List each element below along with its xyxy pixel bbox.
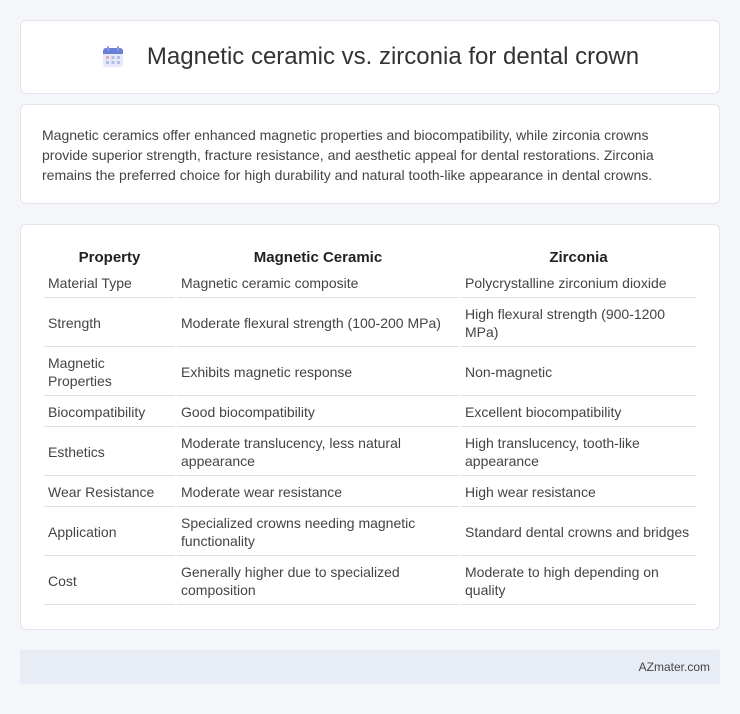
table-row: Biocompatibility Good biocompatibility E… [44, 398, 696, 427]
footer: AZmater.com [20, 650, 720, 684]
table-cell: Exhibits magnetic response [177, 349, 459, 396]
table-cell: Moderate translucency, less natural appe… [177, 429, 459, 476]
table-cell: High flexural strength (900-1200 MPa) [461, 300, 696, 347]
calendar-icon [101, 45, 125, 69]
table-cell: Esthetics [44, 429, 175, 476]
comparison-card: Property Magnetic Ceramic Zirconia Mater… [20, 224, 720, 630]
table-row: Wear Resistance Moderate wear resistance… [44, 478, 696, 507]
header-magnetic-ceramic: Magnetic Ceramic [253, 248, 383, 266]
table-row: Application Specialized crowns needing m… [44, 509, 696, 556]
table-header-row: Property Magnetic Ceramic Zirconia [44, 247, 696, 267]
table-cell: Specialized crowns needing magnetic func… [177, 509, 459, 556]
table-cell: Biocompatibility [44, 398, 175, 427]
table-cell: Generally higher due to specialized comp… [177, 558, 459, 605]
table-row: Material Type Magnetic ceramic composite… [44, 269, 696, 298]
table-cell: High translucency, tooth-like appearance [461, 429, 696, 476]
table-cell: Excellent biocompatibility [461, 398, 696, 427]
table-cell: Application [44, 509, 175, 556]
table-row: Esthetics Moderate translucency, less na… [44, 429, 696, 476]
table-row: Cost Generally higher due to specialized… [44, 558, 696, 605]
table-cell: Standard dental crowns and bridges [461, 509, 696, 556]
table-cell: Cost [44, 558, 175, 605]
table-cell: Material Type [44, 269, 175, 298]
page-title: Magnetic ceramic vs. zirconia for dental… [146, 43, 640, 70]
header-zirconia: Zirconia [549, 248, 608, 266]
footer-brand[interactable]: AZmater.com [639, 660, 710, 674]
comparison-table: Property Magnetic Ceramic Zirconia Mater… [42, 245, 698, 607]
table-cell: Moderate to high depending on quality [461, 558, 696, 605]
table-cell: Magnetic ceramic composite [177, 269, 459, 298]
title-card: Magnetic ceramic vs. zirconia for dental… [20, 20, 720, 94]
table-cell: Moderate flexural strength (100-200 MPa) [177, 300, 459, 347]
table-cell: Magnetic Properties [44, 349, 175, 396]
description-text: Magnetic ceramics offer enhanced magneti… [42, 127, 654, 183]
table-row: Magnetic Properties Exhibits magnetic re… [44, 349, 696, 396]
table-cell: Wear Resistance [44, 478, 175, 507]
header-property: Property [78, 248, 141, 266]
table-row: Strength Moderate flexural strength (100… [44, 300, 696, 347]
table-cell: Non-magnetic [461, 349, 696, 396]
table-cell: Polycrystalline zirconium dioxide [461, 269, 696, 298]
table-cell: Moderate wear resistance [177, 478, 459, 507]
table-cell: Good biocompatibility [177, 398, 459, 427]
description-card: Magnetic ceramics offer enhanced magneti… [20, 104, 720, 204]
table-cell: High wear resistance [461, 478, 696, 507]
table-cell: Strength [44, 300, 175, 347]
